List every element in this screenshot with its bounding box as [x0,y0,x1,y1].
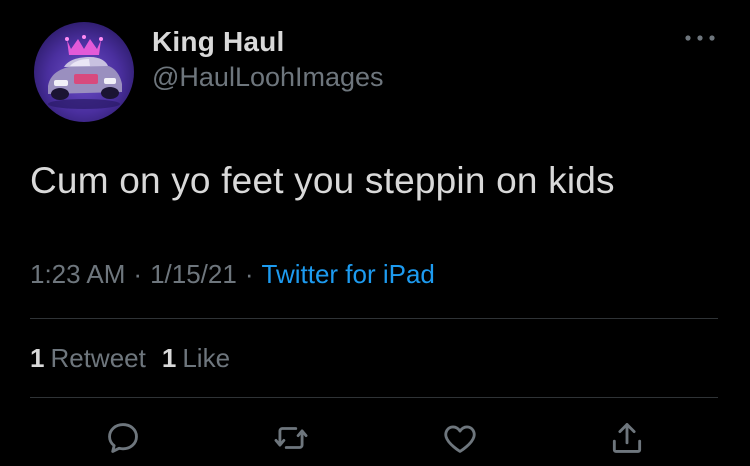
likes-stat[interactable]: 1 Like [162,343,230,374]
tweet-stats: 1 Retweet 1 Like [30,343,230,374]
share-button[interactable] [604,418,650,458]
reply-icon [108,423,138,453]
like-icon [444,425,476,453]
race-car-with-crown-avatar-icon [34,22,134,122]
author-display-name[interactable]: King Haul [152,26,284,58]
tweet-meta: 1:23 AM · 1/15/21 · Twitter for iPad [30,259,435,290]
retweets-count: 1 [30,343,45,373]
retweets-stat[interactable]: 1 Retweet [30,343,146,374]
retweet-button[interactable] [268,418,314,458]
author-handle: @HaulLoohImages [152,62,384,92]
tweet-source-link[interactable]: Twitter for iPad [262,259,435,290]
reply-button[interactable] [100,418,146,458]
meta-separator: · [244,259,254,289]
tweet-text: Cum on yo feet you steppin on kids [30,160,615,201]
like-button[interactable] [437,418,483,458]
meta-separator: · [133,259,143,289]
likes-label: Like [182,343,231,373]
author-avatar[interactable] [34,22,134,122]
likes-count: 1 [161,343,177,373]
retweet-icon [274,427,308,449]
divider [30,318,718,319]
more-options-button[interactable] [680,26,720,50]
tweet-time[interactable]: 1:23 AM [30,259,125,290]
retweets-label: Retweet [50,343,146,373]
share-icon [612,423,642,453]
more-horizontal-icon [685,35,715,41]
divider [30,397,718,398]
tweet-date[interactable]: 1/15/21 [150,259,237,290]
